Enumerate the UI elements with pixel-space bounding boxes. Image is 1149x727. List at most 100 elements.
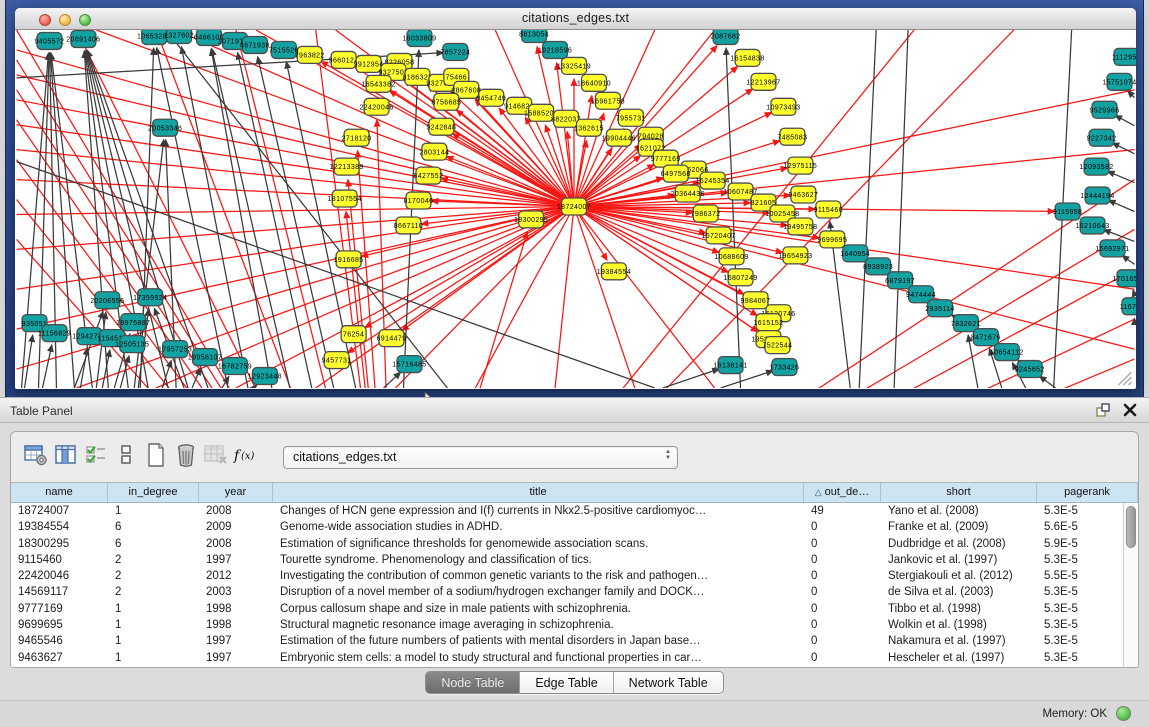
graph-node[interactable]: 9463627 <box>788 186 818 203</box>
table-row[interactable]: 977716911998Corpus callosum shape and si… <box>11 601 1138 617</box>
graph-node[interactable]: 20691406 <box>66 30 100 47</box>
graph-node[interactable]: 13325419 <box>557 57 591 74</box>
graph-node[interactable]: 15692971 <box>1095 240 1129 257</box>
graph-node[interactable]: 17016514 <box>1112 270 1136 287</box>
graph-node[interactable]: 8170046 <box>403 192 433 209</box>
graph-node[interactable]: 15716485 <box>392 356 426 373</box>
graph-node[interactable]: 12213389 <box>330 158 364 175</box>
graph-node[interactable]: 1615152 <box>753 314 783 331</box>
graph-node[interactable]: 16782759 <box>218 358 252 375</box>
row-selection-button[interactable] <box>81 443 111 471</box>
graph-node[interactable]: 8938923 <box>863 258 893 275</box>
graph-node[interactable]: 16543382 <box>361 75 395 92</box>
graph-node[interactable]: 20364436 <box>671 185 705 202</box>
graph-node[interactable]: 19495758 <box>783 218 817 235</box>
table-row[interactable]: 946362711997Embryonic stem cells: a mode… <box>11 650 1138 666</box>
graph-node[interactable]: 18724007 <box>557 198 591 215</box>
graph-node[interactable]: 1916685 <box>334 251 364 268</box>
column-visibility-button[interactable] <box>51 443 81 471</box>
graph-node[interactable]: 18107554 <box>328 190 362 207</box>
graph-node[interactable]: 12975115 <box>784 157 818 174</box>
graph-node[interactable]: 16138141 <box>713 357 747 374</box>
column-header-title[interactable]: title <box>273 483 804 502</box>
table-row[interactable]: 969969511998Structural magnetic resonanc… <box>11 617 1138 633</box>
graph-node[interactable]: 8756685 <box>431 93 461 110</box>
tab-edge-table[interactable]: Edge Table <box>520 672 613 693</box>
table-row[interactable]: 1456911722003Disruption of a novel membe… <box>11 584 1138 600</box>
table-row[interactable]: 1830029562008Estimation of significance … <box>11 536 1138 552</box>
graph-node[interactable]: 1733426 <box>769 359 799 376</box>
graph-node[interactable]: 4671938 <box>240 36 270 53</box>
graph-node[interactable]: 17359924 <box>133 289 167 306</box>
tab-node-table[interactable]: Node Table <box>426 672 520 693</box>
graph-node[interactable]: 15720407 <box>701 227 735 244</box>
graph-node[interactable]: 9699695 <box>817 231 847 248</box>
graph-node[interactable]: 7857224 <box>440 43 470 60</box>
graph-node[interactable]: 1362615 <box>574 119 604 136</box>
graph-node[interactable]: 9984067 <box>741 292 771 309</box>
memory-status-indicator[interactable] <box>1116 706 1131 721</box>
graph-node[interactable]: 15751074 <box>1102 73 1136 90</box>
graph-node[interactable]: 9405572 <box>35 32 65 49</box>
table-row[interactable]: 946554611997Estimation of the future num… <box>11 633 1138 649</box>
graph-node[interactable]: 1327602 <box>164 30 194 43</box>
graph-node[interactable]: 1167533 <box>1120 298 1136 315</box>
graph-node[interactable]: 10654112 <box>990 344 1024 361</box>
column-header-in_degree[interactable]: in_degree <box>108 483 199 502</box>
graph-node[interactable]: 19218596 <box>538 41 572 58</box>
column-header-pagerank[interactable]: pagerank <box>1037 483 1138 502</box>
table-row[interactable]: 1872400712008Changes of HCN gene express… <box>11 503 1138 519</box>
graph-node[interactable]: 9115460 <box>814 201 843 218</box>
graph-node[interactable]: 2718120 <box>342 129 372 146</box>
scrollbar-thumb[interactable] <box>1126 506 1136 548</box>
network-canvas[interactable]: 1872400779638229660124991295482260589327… <box>15 30 1136 388</box>
graph-node[interactable]: 19384554 <box>597 263 631 280</box>
graph-node[interactable]: 16154838 <box>730 49 764 66</box>
graph-node[interactable]: 6497568 <box>661 165 691 182</box>
graph-node[interactable]: 9245652 <box>1015 361 1045 378</box>
graph-node[interactable]: 1112953 <box>1112 48 1136 65</box>
graph-node[interactable]: 10973493 <box>766 98 800 115</box>
close-panel-icon[interactable] <box>1123 403 1137 422</box>
graph-node[interactable]: 16245354 <box>696 172 730 189</box>
graph-node[interactable]: 7986372 <box>691 205 721 222</box>
delete-column-button[interactable] <box>171 443 201 471</box>
split-view-button[interactable] <box>111 443 141 471</box>
graph-node[interactable]: 7515526 <box>269 41 299 58</box>
graph-node[interactable]: 2087682 <box>711 30 741 44</box>
graph-node[interactable]: 16033809 <box>402 30 436 46</box>
tab-network-table[interactable]: Network Table <box>614 672 723 693</box>
graph-node[interactable]: 8813054 <box>519 30 549 42</box>
table-selector-dropdown[interactable]: citations_edges.txt▲▼ <box>283 446 678 469</box>
column-header-out_de[interactable]: △out_de… <box>804 483 881 502</box>
graph-node[interactable]: 10688609 <box>714 248 748 265</box>
table-row[interactable]: 911546021997Tourette syndrome. Phenomeno… <box>11 552 1138 568</box>
graph-node[interactable]: 22420046 <box>359 98 393 115</box>
graph-node[interactable]: 8454749 <box>476 89 506 106</box>
graph-node[interactable]: 20053346 <box>148 119 182 136</box>
graph-node[interactable]: 8427552 <box>413 167 443 184</box>
graph-node[interactable]: 18640910 <box>577 74 611 91</box>
column-header-year[interactable]: year <box>199 483 273 502</box>
graph-node[interactable]: 9457731 <box>322 352 352 369</box>
graph-node[interactable]: 20206556 <box>90 292 124 309</box>
network-window-titlebar[interactable]: citations_edges.txt <box>15 8 1136 30</box>
graph-node[interactable]: 8471676 <box>971 329 1001 346</box>
graph-node[interactable]: 9115958 <box>1053 203 1082 220</box>
column-header-name[interactable]: name <box>11 483 108 502</box>
table-row[interactable]: 1938455462009Genome-wide association stu… <box>11 519 1138 535</box>
graph-node[interactable]: 12444194 <box>1080 187 1114 204</box>
graph-node[interactable]: 9227342 <box>1087 129 1117 146</box>
graph-node[interactable]: 19975887 <box>116 314 150 331</box>
table-row[interactable]: 2242004622012Investigating the contribut… <box>11 568 1138 584</box>
graph-node[interactable]: 8667110 <box>394 217 423 234</box>
graph-node[interactable]: 2803144 <box>419 143 449 160</box>
graph-node[interactable]: 12213967 <box>746 73 780 90</box>
graph-node[interactable]: 9242848 <box>426 118 456 135</box>
graph-node[interactable]: 7485083 <box>777 128 807 145</box>
graph-node[interactable]: 2935114 <box>925 300 954 317</box>
graph-node[interactable]: 12093582 <box>1079 158 1113 175</box>
graph-node[interactable]: 11156829 <box>38 325 71 342</box>
column-header-short[interactable]: short <box>881 483 1037 502</box>
graph-node[interactable]: 16807249 <box>723 269 757 286</box>
